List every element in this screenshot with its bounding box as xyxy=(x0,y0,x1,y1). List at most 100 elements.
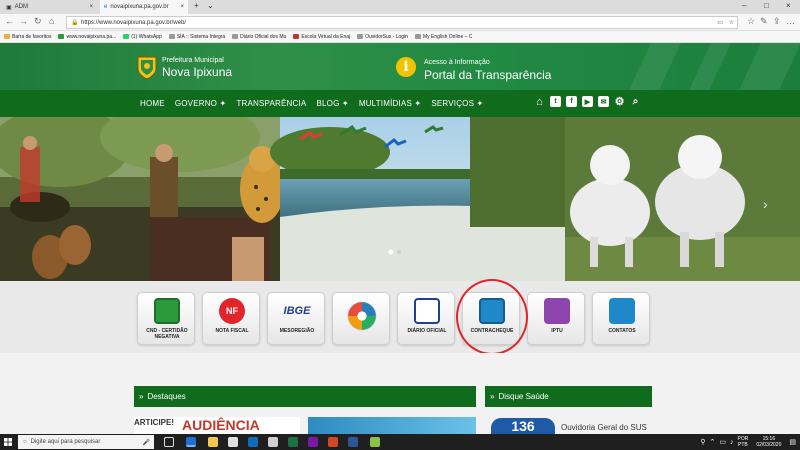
service-diario-oficial[interactable]: DIÁRIO OFICIAL xyxy=(397,292,455,345)
tab-list-chevron-icon[interactable]: ⌄ xyxy=(207,1,214,10)
close-window-button[interactable]: × xyxy=(786,1,791,10)
minimize-button[interactable]: – xyxy=(742,1,746,10)
home-icon[interactable]: ⌂ xyxy=(534,96,545,108)
brand-subtitle: Prefeitura Municipal xyxy=(162,57,224,64)
windows-start-icon[interactable] xyxy=(4,438,12,446)
promo-card-2[interactable] xyxy=(308,417,476,434)
service-mesoregiao[interactable]: IBGE MESOREGIÃO xyxy=(267,292,325,345)
edge-browser-icon[interactable] xyxy=(186,437,196,447)
favorite-star-icon[interactable]: ☆ xyxy=(729,19,734,26)
home-icon[interactable]: ⌂ xyxy=(49,16,54,26)
notifications-icon[interactable]: ▤ xyxy=(789,438,796,446)
service-contatos[interactable]: CONTATOS xyxy=(592,292,650,345)
share-icon[interactable]: ⇪ xyxy=(773,16,781,27)
newspaper-icon xyxy=(414,298,440,324)
clock[interactable]: 15:16 02/03/2020 xyxy=(756,436,781,448)
notes-icon[interactable]: ✎ xyxy=(760,16,768,27)
people-icon[interactable]: ⚲ xyxy=(700,438,705,446)
favorite-link[interactable]: Escola Virtual da Enaj xyxy=(293,34,350,40)
browser-tab-site[interactable]: e novaipixuna.pa.gov.br × xyxy=(100,0,188,14)
school-icon xyxy=(293,34,300,39)
chevron-up-icon[interactable]: ⌃ xyxy=(710,438,716,446)
address-bar[interactable]: 🔒 https://www.novaipixuna.pa.gov.br/web/… xyxy=(66,16,738,29)
promo-card-audiencia[interactable]: ARTICIPE! AUDIÊNCIA xyxy=(134,417,300,434)
language-indicator[interactable]: POR PTB xyxy=(738,436,749,448)
favorite-link[interactable]: (1) WhatsApp xyxy=(123,34,162,40)
chrome-icon[interactable] xyxy=(268,437,278,447)
favorites-hub-icon[interactable]: ☆ xyxy=(747,16,755,27)
saude-text: Ouvidoria Geral do SUS xyxy=(561,423,647,432)
tab-close-icon[interactable]: × xyxy=(89,4,93,10)
reading-view-icon[interactable]: ▭ xyxy=(717,19,723,26)
disque-saude-card[interactable]: 136 Ouvidoria Geral do SUS xyxy=(485,417,652,434)
back-arrow-icon[interactable]: ← xyxy=(5,16,14,26)
microphone-icon[interactable]: 🎤 xyxy=(143,439,150,446)
service-cnd[interactable]: CND - CERTIDÃO NEGATIVA xyxy=(137,292,195,345)
email-icon[interactable]: ✉ xyxy=(598,96,609,107)
maximize-button[interactable]: □ xyxy=(764,1,769,10)
favorite-link[interactable]: www.novaipixuna.pa... xyxy=(58,34,116,40)
tab-close-icon[interactable]: × xyxy=(180,4,184,10)
nav-item-transparencia[interactable]: TRANSPARÊNCIA xyxy=(236,99,306,108)
nav-item-blog[interactable]: BLOG ✦ xyxy=(316,99,348,108)
invoice-icon: NF xyxy=(219,298,245,324)
browser-tab-bar: ▣ ADM × e novaipixuna.pa.gov.br × + ⌄ – … xyxy=(0,0,800,14)
favorite-link[interactable]: My English Online – C xyxy=(414,34,472,40)
tab-label: novaipixuna.pa.gov.br xyxy=(110,4,169,10)
facebook-icon[interactable]: f xyxy=(566,96,577,107)
favorite-link[interactable]: OuvidorSus - Login xyxy=(357,34,408,40)
nav-item-servicos[interactable]: SERVIÇOS ✦ xyxy=(431,99,483,108)
tab-label: ADM xyxy=(14,4,29,10)
favorites-folder[interactable]: Barra de favoritos xyxy=(4,34,51,40)
portal-title[interactable]: Portal da Transparência xyxy=(424,68,551,82)
forward-arrow-icon[interactable]: → xyxy=(19,16,28,26)
star-icon xyxy=(232,34,239,39)
section-disque-saude-header[interactable]: » Disque Saúde xyxy=(485,386,652,407)
house-icon xyxy=(544,298,570,324)
powerpoint-icon[interactable] xyxy=(328,437,338,447)
favorite-link[interactable]: Diário Oficial dos Mu xyxy=(232,34,286,40)
network-icon[interactable]: ▭ xyxy=(719,438,726,446)
onenote-icon[interactable] xyxy=(308,437,318,447)
excel-icon[interactable] xyxy=(288,437,298,447)
nav-item-multimidias[interactable]: MULTIMÍDIAS ✦ xyxy=(359,99,422,108)
app-icon[interactable] xyxy=(370,437,380,447)
favorite-link[interactable]: SIA :: Sistema Integra xyxy=(168,34,225,40)
colorful-emblem-icon xyxy=(347,301,377,331)
search-icon[interactable]: ⌕ xyxy=(630,96,641,107)
word-icon[interactable] xyxy=(348,437,358,447)
info-icon[interactable]: i xyxy=(396,57,416,77)
volume-icon[interactable]: ♪ xyxy=(730,439,734,446)
taskbar-search-box[interactable]: ○ Digite aqui para pesquisar 🎤 xyxy=(18,435,154,449)
double-arrow-icon: » xyxy=(139,392,144,401)
service-nota-fiscal[interactable]: NF NOTA FISCAL xyxy=(202,292,260,345)
nav-item-governo[interactable]: GOVERNO ✦ xyxy=(175,99,227,108)
twitter-icon[interactable]: t xyxy=(550,96,561,107)
store-icon[interactable] xyxy=(228,437,238,447)
site-icon xyxy=(58,34,65,39)
nav-item-home[interactable]: HOME xyxy=(140,99,165,108)
site-header: Prefeitura Municipal Nova Ipixuna i Aces… xyxy=(0,43,800,90)
star-icon xyxy=(168,34,175,39)
services-strip: CND - CERTIDÃO NEGATIVA NF NOTA FISCAL I… xyxy=(0,281,800,353)
municipal-crest-icon[interactable] xyxy=(136,55,158,80)
youtube-icon[interactable]: ▶ xyxy=(582,96,593,107)
service-logo[interactable] xyxy=(332,292,390,345)
tab-icon: ▣ xyxy=(6,4,12,11)
brand-title[interactable]: Nova Ipixuna xyxy=(162,65,232,79)
file-explorer-icon[interactable] xyxy=(208,437,218,447)
more-menu-icon[interactable]: … xyxy=(786,16,795,26)
svg-text:›: › xyxy=(763,196,768,212)
refresh-icon[interactable]: ↻ xyxy=(34,16,42,27)
hero-banner[interactable]: › xyxy=(0,117,800,281)
new-tab-button[interactable]: + xyxy=(194,1,199,10)
service-iptu[interactable]: IPTU xyxy=(527,292,585,345)
task-view-icon[interactable] xyxy=(164,437,174,447)
section-destaques-header[interactable]: » Destaques xyxy=(134,386,476,407)
outlook-icon[interactable] xyxy=(248,437,258,447)
folder-icon xyxy=(4,34,10,39)
browser-tab-adm[interactable]: ▣ ADM × xyxy=(2,0,97,14)
site-main-nav: HOME GOVERNO ✦ TRANSPARÊNCIA BLOG ✦ MULT… xyxy=(0,90,800,117)
gear-icon[interactable]: ⚙ xyxy=(614,96,625,108)
favorites-bar: Barra de favoritos www.novaipixuna.pa...… xyxy=(0,31,800,43)
